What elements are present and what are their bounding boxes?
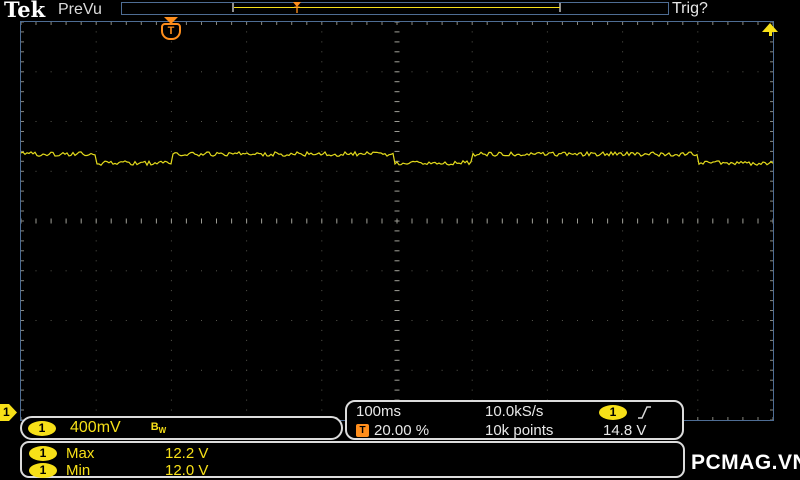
watermark: PCMAG.VN bbox=[691, 451, 800, 474]
record-length-label: 10k points bbox=[485, 422, 554, 439]
measurement-row: 1 Min 12.0 V bbox=[22, 462, 683, 479]
measurement-row: 1 Max 12.2 V bbox=[22, 445, 683, 462]
measurements-box: 1 Max 12.2 V 1 Min 12.0 V bbox=[20, 441, 685, 479]
measurement-value: 12.0 V bbox=[165, 462, 209, 479]
trigger-position-label: 20.00 % bbox=[374, 422, 430, 439]
horizontal-trigger-readout-box: 100ms 10.0kS/s 1 T 20.00 % 10k points 14… bbox=[345, 400, 684, 440]
measurement-value: 12.2 V bbox=[165, 445, 209, 462]
trigger-position-marker-icon: T bbox=[159, 17, 183, 40]
bandwidth-limit-icon: BW bbox=[151, 421, 167, 435]
trigger-t-badge: T bbox=[161, 23, 181, 40]
channel1-badge: 1 bbox=[28, 420, 56, 436]
bw-sub: W bbox=[158, 426, 167, 436]
channel1-badge: 1 bbox=[29, 463, 57, 478]
channel1-badge: 1 bbox=[29, 446, 57, 461]
acquisition-mode-label: PreVu bbox=[58, 1, 102, 18]
trigger-status-label: Trig? bbox=[672, 0, 708, 17]
record-view-bar: T bbox=[121, 2, 669, 15]
measurement-name: Max bbox=[66, 445, 95, 462]
channel1-scale-label: 400mV bbox=[70, 419, 121, 436]
bw-main: B bbox=[150, 420, 159, 433]
tek-logo: Tek bbox=[4, 0, 46, 22]
channel1-readout-box: 1 400mV BW bbox=[20, 416, 343, 440]
arrow-stem bbox=[768, 32, 772, 36]
measurement-name: Min bbox=[66, 462, 91, 479]
trigger-t-label: T bbox=[294, 5, 300, 15]
rising-edge-icon bbox=[638, 406, 651, 419]
sample-rate-label: 10.0kS/s bbox=[485, 403, 544, 420]
waveform-plot bbox=[21, 22, 773, 420]
trigger-level-label: 14.8 V bbox=[603, 422, 647, 439]
trigger-position-mini-marker-icon: T bbox=[291, 2, 303, 15]
channel1-position-marker: 1 bbox=[0, 404, 17, 421]
graticule: T bbox=[20, 17, 778, 421]
trigger-source-badge: 1 bbox=[599, 405, 627, 420]
arrow-up-icon bbox=[762, 23, 778, 32]
trigger-level-offscreen-arrow-icon bbox=[762, 23, 778, 36]
timebase-label: 100ms bbox=[356, 403, 402, 420]
record-waveform-line bbox=[234, 7, 560, 8]
trigger-t-badge-small: T bbox=[356, 424, 369, 437]
